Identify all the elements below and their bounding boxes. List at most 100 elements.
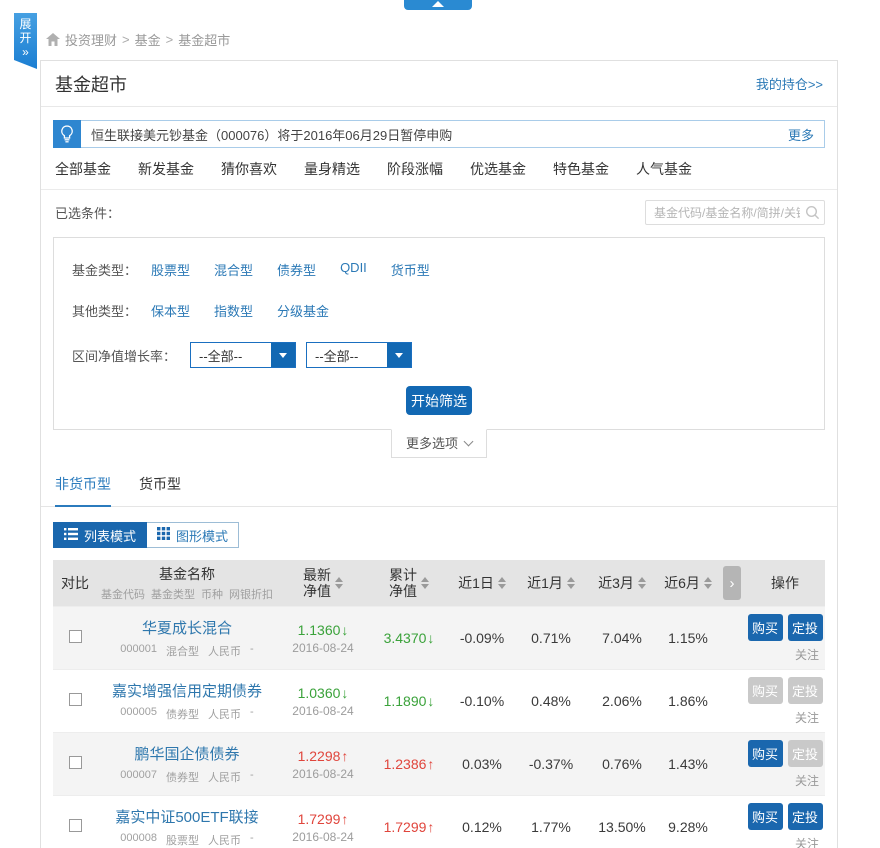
compare-checkbox[interactable] [69, 756, 82, 769]
header-latest-nav: 最新净值 [277, 567, 369, 599]
header-action: 操作 [745, 573, 825, 593]
return-1day: 0.12% [449, 819, 515, 835]
trend-arrow-icon: ↑ [427, 819, 434, 835]
page-title: 基金超市 [55, 71, 127, 97]
sort-icons[interactable] [421, 577, 429, 589]
follow-link[interactable]: 关注 [745, 646, 825, 663]
growth-from-select[interactable]: --全部-- [190, 342, 296, 368]
tab-all-funds[interactable]: 全部基金 [55, 159, 111, 179]
chevron-down-icon [395, 353, 403, 358]
auto-invest-button[interactable]: 定投 [788, 740, 823, 767]
next-columns-button[interactable]: › [723, 566, 741, 600]
home-icon[interactable] [46, 33, 60, 46]
sort-icons[interactable] [638, 577, 646, 589]
more-options-toggle[interactable]: 更多选项 [391, 429, 487, 458]
list-mode-button[interactable]: 列表模式 [53, 522, 147, 548]
filter-option-currency[interactable]: 货币型 [391, 260, 430, 279]
growth-to-select[interactable]: --全部-- [306, 342, 412, 368]
dropdown-button[interactable] [387, 343, 411, 367]
announcement-bar: 恒生联接美元钞基金（000076）将于2016年06月29日暂停申购 更多 [53, 120, 825, 148]
fund-name-link[interactable]: 鹏华国企债债券 [97, 743, 277, 764]
search-input[interactable] [645, 200, 825, 225]
chevron-down-icon [279, 353, 287, 358]
filter-option-graded[interactable]: 分级基金 [277, 301, 329, 320]
sort-icons[interactable] [498, 577, 506, 589]
sort-icons[interactable] [567, 577, 575, 589]
breadcrumb: 投资理财 > 基金 > 基金超市 [46, 30, 230, 49]
fund-name-link[interactable]: 嘉实增强信用定期债券 [97, 680, 277, 701]
breadcrumb-item[interactable]: 投资理财 [65, 30, 117, 49]
follow-link[interactable]: 关注 [745, 835, 825, 848]
buy-button[interactable]: 购买 [748, 803, 783, 830]
grid-icon [157, 527, 170, 543]
trend-arrow-icon: ↑ [341, 748, 348, 764]
filter-option-bond[interactable]: 债券型 [277, 260, 316, 279]
auto-invest-button[interactable]: 定投 [788, 803, 823, 830]
filter-option-stock[interactable]: 股票型 [151, 260, 190, 279]
expand-sidebar-tab[interactable]: 展 开 » [14, 13, 37, 69]
follow-link[interactable]: 关注 [745, 709, 825, 726]
tab-period-gain[interactable]: 阶段涨幅 [387, 159, 443, 179]
collapse-page-button[interactable] [404, 0, 472, 10]
chevron-up-icon [432, 1, 444, 7]
compare-checkbox[interactable] [69, 819, 82, 832]
table-header-row: 对比 基金名称 基金代码 基金类型 币种 网银折扣 最新净值 累计净值 近1日 … [53, 560, 825, 606]
filter-option-index[interactable]: 指数型 [214, 301, 253, 320]
filter-option-mixed[interactable]: 混合型 [214, 260, 253, 279]
breadcrumb-item[interactable]: 基金 [135, 30, 161, 49]
buy-button[interactable]: 购买 [748, 740, 783, 767]
auto-invest-button[interactable]: 定投 [788, 677, 823, 704]
tab-preferred-funds[interactable]: 优选基金 [470, 159, 526, 179]
start-filter-button[interactable]: 开始筛选 [406, 386, 472, 415]
search-icon[interactable] [805, 205, 820, 225]
return-3month: 13.50% [587, 819, 657, 835]
fund-nav-tabs: 全部基金 新发基金 猜你喜欢 量身精选 阶段涨幅 优选基金 特色基金 人气基金 [41, 148, 837, 190]
fund-meta: 000008股票型人民币- [97, 832, 277, 848]
return-1day: -0.10% [449, 693, 515, 709]
table-row: 鹏华国企债债券 000007债券型人民币- 1.2298↑ 2016-08-24… [53, 732, 825, 795]
announcement-text[interactable]: 恒生联接美元钞基金（000076）将于2016年06月29日暂停申购 [91, 125, 788, 144]
trend-arrow-icon: ↑ [427, 756, 434, 772]
table-row: 华夏成长混合 000001混合型人民币- 1.1360↓ 2016-08-24 … [53, 606, 825, 669]
fund-name-link[interactable]: 嘉实中证500ETF联接 [97, 806, 277, 827]
grid-mode-label: 图形模式 [176, 526, 228, 545]
chevron-right-icon: › [730, 575, 735, 592]
sort-icons[interactable] [704, 577, 712, 589]
lightbulb-icon [53, 120, 81, 148]
filter-option-capital-protected[interactable]: 保本型 [151, 301, 190, 320]
return-3month: 7.04% [587, 630, 657, 646]
sort-icons[interactable] [335, 577, 343, 589]
fund-name-link[interactable]: 华夏成长混合 [97, 617, 277, 638]
my-holdings-link[interactable]: 我的持仓>> [756, 74, 823, 93]
header-3month: 近3月 [587, 573, 657, 593]
dropdown-button[interactable] [271, 343, 295, 367]
follow-link[interactable]: 关注 [745, 772, 825, 789]
announcement-more-link[interactable]: 更多 [788, 125, 814, 144]
expand-tab-label: 开 [14, 31, 37, 45]
compare-checkbox[interactable] [69, 693, 82, 706]
fund-search-box [645, 200, 825, 225]
tab-popular-funds[interactable]: 人气基金 [636, 159, 692, 179]
header-6month: 近6月 [657, 573, 719, 593]
tab-tailored[interactable]: 量身精选 [304, 159, 360, 179]
category-tabs: 非货币型 货币型 [41, 474, 837, 507]
buy-button[interactable]: 购买 [748, 677, 783, 704]
trend-arrow-icon: ↓ [341, 685, 348, 701]
fund-meta: 000001混合型人民币- [97, 643, 277, 659]
auto-invest-button[interactable]: 定投 [788, 614, 823, 641]
cumulative-nav-value: 1.1890↓ [369, 693, 449, 709]
tab-monetary[interactable]: 货币型 [139, 474, 181, 506]
grid-mode-button[interactable]: 图形模式 [147, 522, 239, 548]
return-1month: -0.37% [515, 756, 587, 772]
cumulative-nav-value: 3.4370↓ [369, 630, 449, 646]
panel-header: 基金超市 我的持仓>> [41, 61, 837, 107]
tab-guess-you-like[interactable]: 猜你喜欢 [221, 159, 277, 179]
tab-non-monetary[interactable]: 非货币型 [55, 474, 111, 507]
tab-featured-funds[interactable]: 特色基金 [553, 159, 609, 179]
tab-new-funds[interactable]: 新发基金 [138, 159, 194, 179]
return-1day: -0.09% [449, 630, 515, 646]
compare-checkbox[interactable] [69, 630, 82, 643]
return-1month: 0.48% [515, 693, 587, 709]
filter-option-qdii[interactable]: QDII [340, 260, 367, 279]
buy-button[interactable]: 购买 [748, 614, 783, 641]
